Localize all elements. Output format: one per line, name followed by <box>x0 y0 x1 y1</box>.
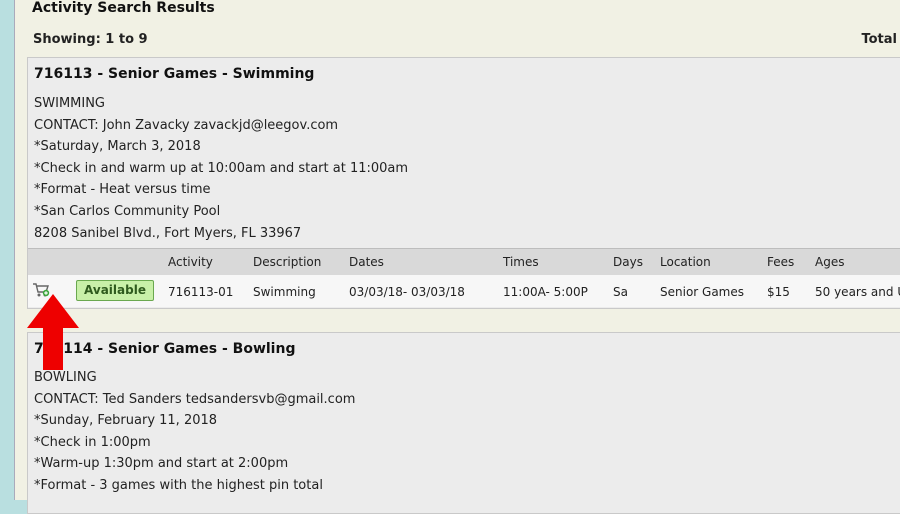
results-panel: Activity Search Results Showing: 1 to 9 … <box>14 0 900 514</box>
cell-fees: $15 <box>767 285 790 299</box>
description-line: *Warm-up 1:30pm and start at 2:00pm <box>34 456 289 472</box>
description-line: *Check in and warm up at 10:00am and sta… <box>34 160 409 176</box>
activity-card: 716114 - Senior Games - Bowling BOWLING … <box>27 332 900 514</box>
activity-description: BOWLING CONTACT: Ted Sanders tedsandersv… <box>34 367 355 497</box>
description-line: 8208 Sanibel Blvd., Fort Myers, FL 33967 <box>34 225 302 241</box>
col-ages: Ages <box>815 255 845 269</box>
col-days: Days <box>613 255 643 269</box>
cell-ages: 50 years and Up <box>815 285 900 299</box>
col-dates: Dates <box>349 255 384 269</box>
cell-location: Senior Games <box>660 285 745 299</box>
col-location: Location <box>660 255 711 269</box>
description-line: *Check in 1:00pm <box>34 434 151 450</box>
showing-count: Showing: 1 to 9 <box>33 32 148 47</box>
table-row: Available 716113-01 Swimming 03/03/18- 0… <box>28 275 900 307</box>
cell-activity: 716113-01 <box>168 285 234 299</box>
cell-times: 11:00A- 5:00P <box>503 285 588 299</box>
col-activity: Activity <box>168 255 213 269</box>
description-line: *Format - 3 games with the highest pin t… <box>34 477 323 493</box>
description-line: CONTACT: John Zavacky zavackjd@leegov.co… <box>34 117 339 133</box>
description-line: *Saturday, March 3, 2018 <box>34 139 201 155</box>
activity-description: SWIMMING CONTACT: John Zavacky zavackjd@… <box>34 93 408 244</box>
total-label: Total <box>861 32 897 47</box>
description-line: CONTACT: Ted Sanders tedsandersvb@gmail.… <box>34 391 356 407</box>
section-table-header: Activity Description Dates Times Days Lo… <box>28 248 900 276</box>
page-heading: Activity Search Results <box>32 0 215 16</box>
col-fees: Fees <box>767 255 795 269</box>
activity-card: 716113 - Senior Games - Swimming SWIMMIN… <box>27 57 900 309</box>
cell-days: Sa <box>613 285 628 299</box>
col-times: Times <box>503 255 539 269</box>
description-line: SWIMMING <box>34 96 106 111</box>
description-line: *Format - Heat versus time <box>34 182 211 198</box>
red-arrow-annotation <box>27 294 79 370</box>
cell-description: Swimming <box>253 285 316 299</box>
activity-title[interactable]: 716113 - Senior Games - Swimming <box>34 66 314 82</box>
status-badge: Available <box>76 280 154 301</box>
description-line: *San Carlos Community Pool <box>34 203 221 219</box>
cell-dates: 03/03/18- 03/03/18 <box>349 285 465 299</box>
col-description: Description <box>253 255 322 269</box>
description-line: *Sunday, February 11, 2018 <box>34 413 218 429</box>
